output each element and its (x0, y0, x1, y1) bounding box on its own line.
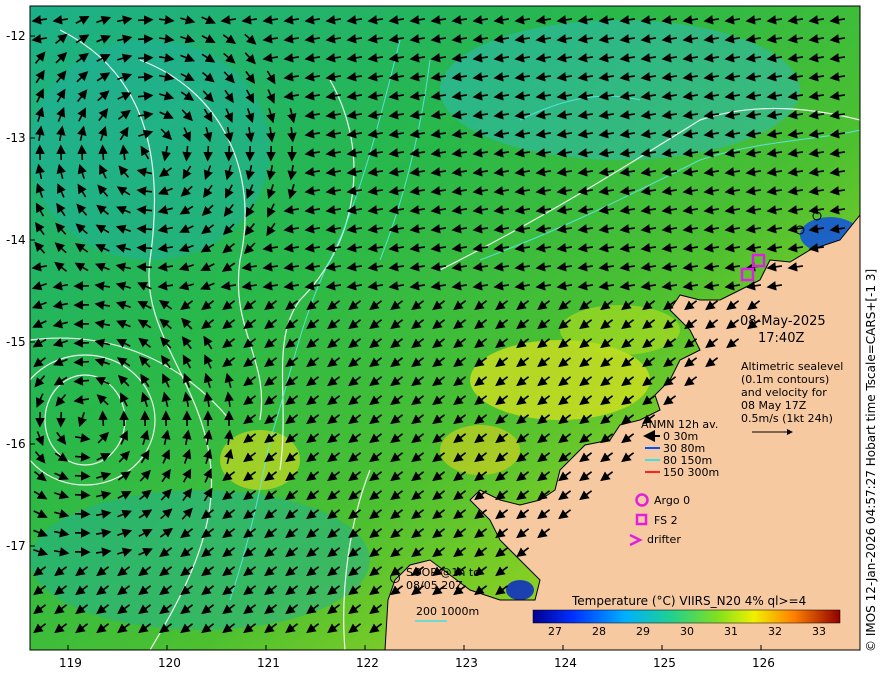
velocity-arrow (224, 145, 234, 162)
colorbar (532, 609, 841, 624)
velocity-arrow (73, 376, 90, 386)
soop-line: SOOP @1h to (406, 566, 480, 579)
drifter-label: drifter (647, 533, 681, 546)
x-tick: 123 (455, 656, 478, 670)
colorbar-tick: 31 (724, 625, 738, 638)
date-label: 08-May-2025 (740, 314, 826, 329)
y-tick: -17 (6, 539, 26, 553)
velocity-arrow (137, 72, 154, 82)
fs-label: FS 2 (654, 514, 678, 527)
argo-label: Argo 0 (654, 494, 691, 507)
colorbar-tick: 33 (812, 625, 826, 638)
bathy-label: 200 1000m (416, 605, 480, 618)
altimetry-line: 0.5m/s (1kt 24h) (741, 412, 833, 425)
x-tick: 121 (257, 656, 280, 670)
cool-patch (440, 20, 800, 160)
warm-patch (560, 305, 680, 355)
velocity-arrow (136, 224, 153, 234)
velocity-arrow (74, 452, 91, 462)
velocity-arrow (56, 411, 66, 428)
velocity-arrow (73, 338, 90, 348)
velocity-arrow (137, 15, 154, 25)
x-tick: 126 (752, 656, 775, 670)
velocity-arrow (136, 262, 153, 272)
x-tick: 125 (653, 656, 676, 670)
altimetry-line: (0.1m contours) (741, 373, 830, 386)
x-tick: 120 (158, 656, 181, 670)
colorbar-tick: 32 (768, 625, 782, 638)
velocity-arrow (136, 243, 153, 253)
y-tick: -12 (6, 29, 26, 43)
colorbar-tick: 30 (680, 625, 694, 638)
velocity-arrow (98, 410, 108, 427)
soop-line: 08/05 20Z (406, 579, 463, 592)
x-tick: 119 (59, 656, 82, 670)
y-tick: -15 (6, 335, 26, 349)
velocity-arrow (74, 490, 91, 500)
velocity-arrow (182, 145, 192, 162)
colorbar-tick: 27 (548, 625, 562, 638)
altimetry-line: and velocity for (741, 386, 827, 399)
velocity-arrow (73, 357, 90, 367)
velocity-arrow (74, 471, 91, 481)
velocity-arrow (77, 144, 87, 161)
time-label: 17:40Z (758, 331, 805, 346)
altimetry-line: 08 May 17Z (741, 399, 807, 412)
colorbar-tick: 29 (636, 625, 650, 638)
velocity-arrow (98, 144, 108, 161)
y-tick: -13 (6, 131, 26, 145)
y-tick: -14 (6, 233, 26, 247)
altimetry-line: Altimetric sealevel (741, 360, 844, 373)
velocity-arrow (137, 34, 154, 44)
anmn-legend-item: 150 300m (663, 466, 720, 479)
colorbar-tick: 28 (592, 625, 606, 638)
x-tick: 124 (554, 656, 577, 670)
cold-spot (506, 580, 534, 600)
colorbar-title: Temperature (°C) VIIRS_N20 4% ql>=4 (572, 594, 807, 608)
velocity-arrow (137, 53, 154, 63)
warm-patch (440, 425, 520, 475)
velocity-arrow (203, 145, 213, 162)
credit-text: © IMOS 12-Jan-2026 04:57:27 Hobart time … (864, 268, 878, 652)
x-tick: 122 (356, 656, 379, 670)
y-tick: -16 (6, 437, 26, 451)
